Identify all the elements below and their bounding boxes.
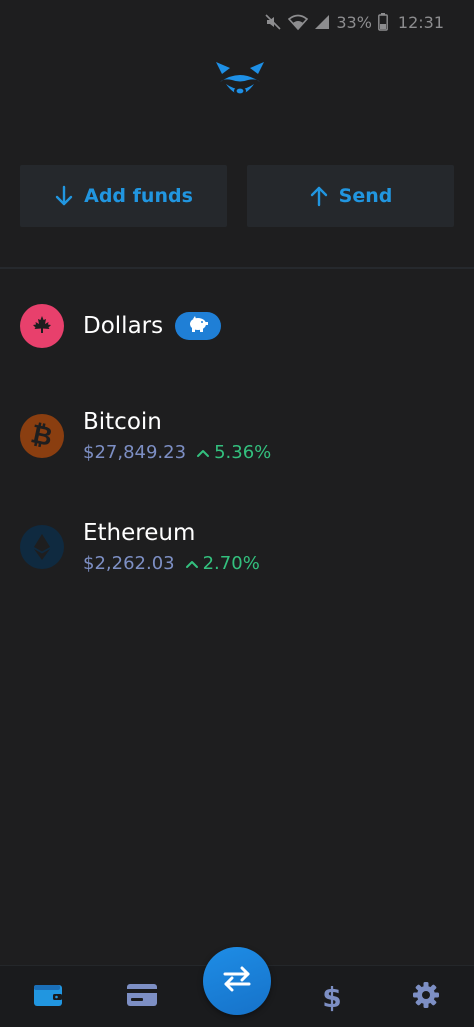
status-bar: 33% 12:31 xyxy=(0,0,474,44)
asset-change: 2.70% xyxy=(185,553,260,574)
send-button[interactable]: Send xyxy=(247,165,454,227)
arrow-down-icon xyxy=(54,185,74,207)
asset-row-dollars[interactable]: Dollars xyxy=(20,304,454,348)
add-funds-button[interactable]: Add funds xyxy=(20,165,227,227)
asset-row-bitcoin[interactable]: ₿ Bitcoin $27,849.23 5.36% xyxy=(20,408,454,463)
ethereum-icon xyxy=(20,524,64,569)
asset-price: $27,849.23 xyxy=(83,442,187,463)
swap-icon xyxy=(220,966,254,996)
asset-name: Dollars xyxy=(83,313,164,339)
wifi-icon xyxy=(288,13,309,31)
nav-card[interactable] xyxy=(112,966,172,1027)
action-bar: Add funds Send xyxy=(20,165,454,227)
send-label: Send xyxy=(338,185,393,207)
chevron-up-icon xyxy=(196,442,210,463)
asset-info: Bitcoin $27,849.23 5.36% xyxy=(83,408,271,463)
battery-percentage: 33% xyxy=(336,12,372,32)
swap-button[interactable] xyxy=(203,947,271,1015)
asset-row-ethereum[interactable]: Ethereum $2,262.03 2.70% xyxy=(20,519,454,574)
maple-leaf-icon xyxy=(20,304,64,348)
asset-change: 5.36% xyxy=(196,442,271,463)
bitcoin-icon: ₿ xyxy=(20,413,64,458)
asset-title-row: Dollars xyxy=(83,312,222,340)
asset-price-row: $27,849.23 5.36% xyxy=(83,442,271,463)
nav-settings[interactable] xyxy=(396,966,456,1027)
asset-change-value: 5.36% xyxy=(214,442,272,463)
add-funds-label: Add funds xyxy=(84,185,193,207)
gear-icon xyxy=(412,981,440,1013)
mute-icon xyxy=(264,13,282,31)
app-screen: 33% 12:31 Add funds Send Dollars ₿ Bitco… xyxy=(0,0,474,1027)
asset-change-value: 2.70% xyxy=(202,553,260,574)
card-icon xyxy=(126,983,158,1011)
clock-time: 12:31 xyxy=(397,12,444,32)
asset-price: $2,262.03 xyxy=(83,553,175,574)
arrow-up-icon xyxy=(309,185,329,207)
asset-info: Ethereum $2,262.03 2.70% xyxy=(83,519,260,574)
asset-info: Dollars xyxy=(83,312,222,340)
signal-icon xyxy=(314,13,330,31)
asset-name: Bitcoin xyxy=(83,409,162,435)
section-divider xyxy=(0,267,474,269)
dollar-icon: $ xyxy=(322,980,342,1014)
asset-name: Ethereum xyxy=(83,520,196,546)
raccoon-logo-icon xyxy=(212,58,268,102)
battery-icon xyxy=(377,13,388,31)
chevron-up-icon xyxy=(185,553,199,574)
wallet-icon xyxy=(33,982,63,1012)
nav-wallet[interactable] xyxy=(18,966,78,1027)
savings-badge[interactable] xyxy=(175,312,222,340)
nav-dollar[interactable]: $ xyxy=(302,966,362,1027)
asset-price-row: $2,262.03 2.70% xyxy=(83,553,260,574)
piggy-bank-icon xyxy=(186,315,210,337)
